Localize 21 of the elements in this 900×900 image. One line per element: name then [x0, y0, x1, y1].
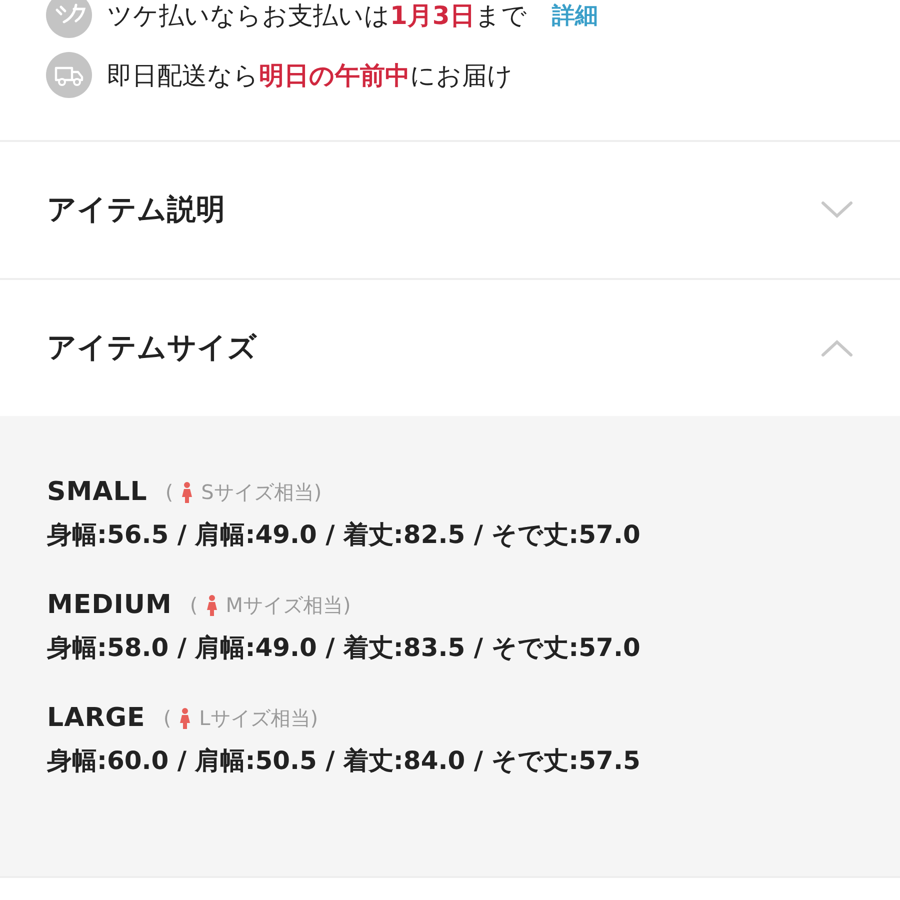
parenthesis: ( [163, 706, 172, 730]
size-measurements: 身幅:60.0 / 肩幅:50.5 / 着丈:84.0 / そで丈:57.5 [47, 745, 642, 777]
size-name: LARGE [47, 703, 146, 733]
badge-icon [46, 0, 92, 38]
size-name: MEDIUM [47, 590, 172, 620]
truck-icon [46, 52, 92, 98]
size-equivalent: Mサイズ相当) [226, 592, 351, 618]
person-icon [179, 707, 192, 729]
delivery-info-text: 即日配送なら 明日の午前中 にお届け [107, 60, 513, 92]
parenthesis: ( [190, 593, 198, 617]
size-equivalent: Sサイズ相当) [201, 478, 322, 506]
size-equivalent: Lサイズ相当) [199, 704, 318, 732]
size-measurements: 身幅:58.0 / 肩幅:49.0 / 着丈:83.5 / そで丈:57.0 [47, 632, 642, 664]
accordion-header[interactable]: アイテムサイズ [0, 280, 900, 416]
person-icon [206, 594, 218, 616]
size-name: SMALL [47, 477, 148, 507]
size-measurements: 身幅:56.5 / 肩幅:49.0 / 着丈:82.5 / そで丈:57.0 [47, 519, 642, 551]
person-icon [181, 481, 194, 503]
delivery-info-text: ツケ払いならお支払いは 1月3日 まで [107, 0, 527, 32]
accordion-header[interactable]: アイテム説明 [0, 142, 900, 278]
parenthesis: ( [165, 480, 174, 504]
